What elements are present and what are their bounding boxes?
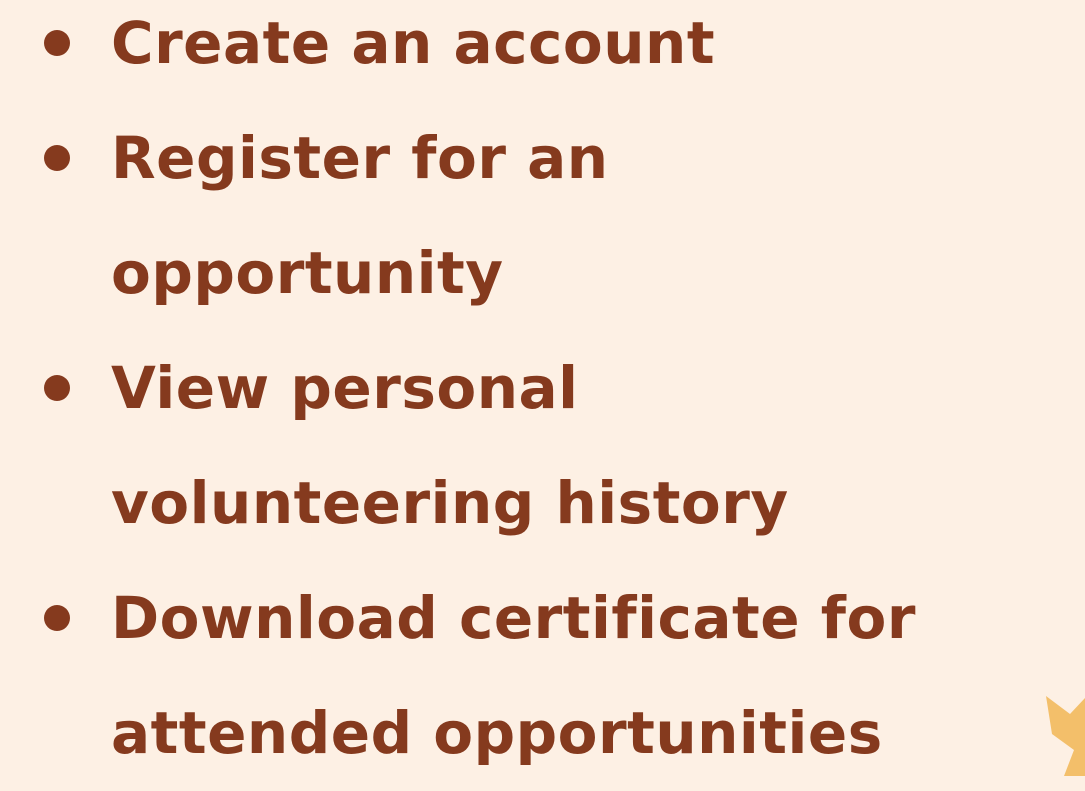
list-item-line: Register for an bbox=[111, 124, 609, 192]
bullet-dot-icon bbox=[44, 605, 70, 631]
list-item-line: Create an account bbox=[111, 9, 716, 77]
list-item-view-history: View personal volunteering history bbox=[0, 331, 1085, 561]
star-icon bbox=[1046, 696, 1085, 776]
bullet-dot-icon bbox=[44, 30, 70, 56]
list-item-line: opportunity bbox=[111, 239, 504, 307]
feature-bullet-list: Create an account Register for an opport… bbox=[0, 0, 1085, 791]
bullet-dot-icon bbox=[44, 145, 70, 171]
list-item-download-certificate: Download certificate for attended opport… bbox=[0, 561, 1085, 791]
list-item-line: volunteering history bbox=[111, 469, 789, 537]
list-item-line: Download certificate for bbox=[111, 584, 916, 652]
bullet-dot-icon bbox=[44, 375, 70, 401]
list-item-create-account: Create an account bbox=[0, 0, 1085, 101]
list-item-register: Register for an opportunity bbox=[0, 101, 1085, 331]
list-item-line: View personal bbox=[111, 354, 579, 422]
star-shape bbox=[1046, 696, 1085, 776]
